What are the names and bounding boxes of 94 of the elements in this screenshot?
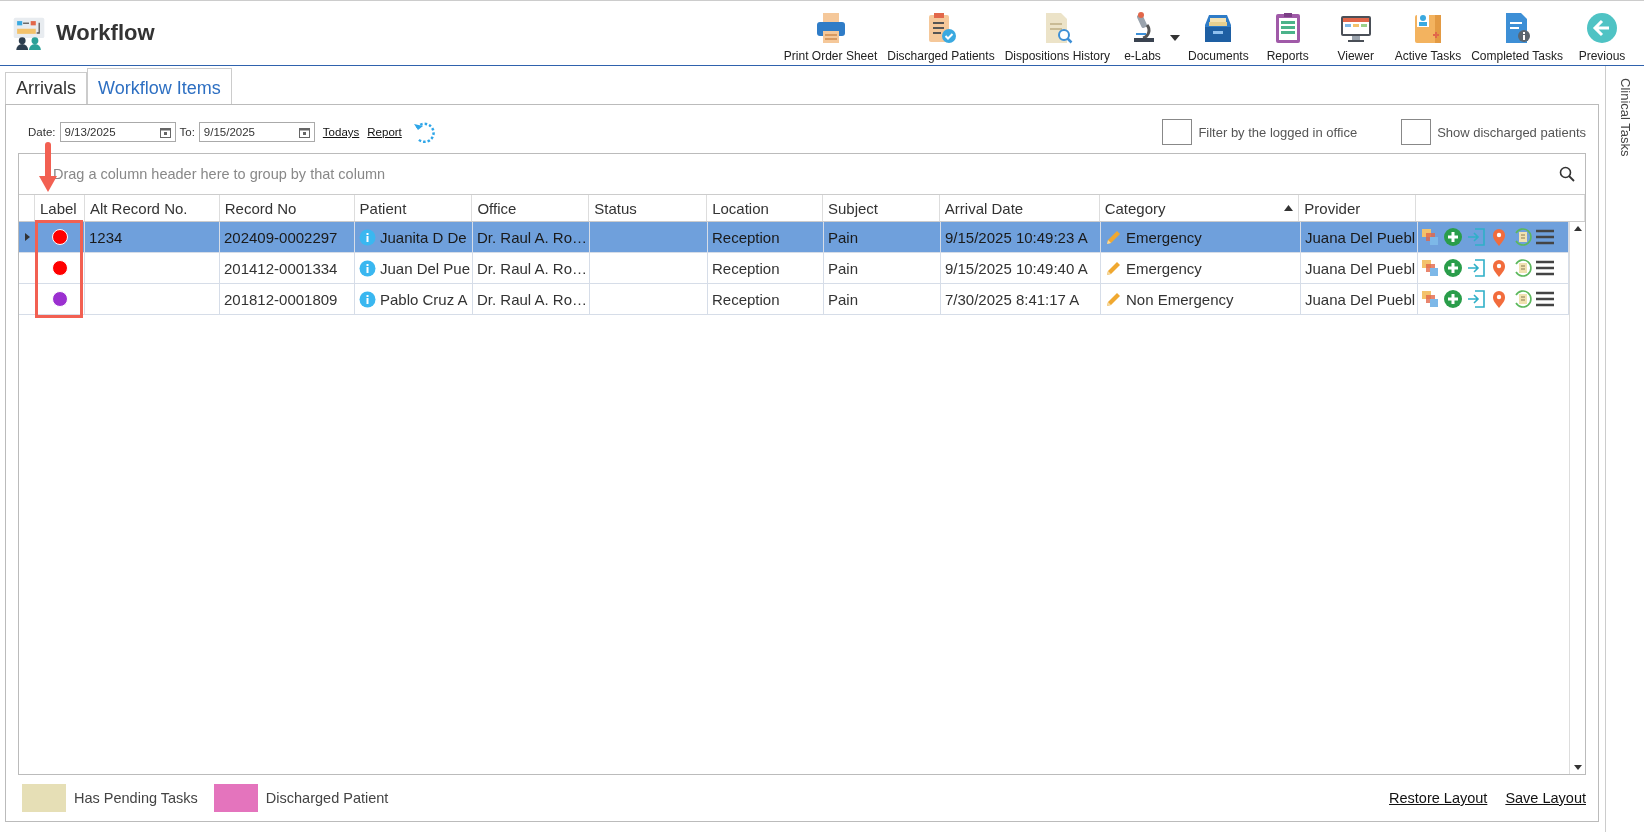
- calendar-icon: [298, 126, 310, 138]
- table-cell: Reception: [708, 253, 824, 283]
- table-cell: Juana Del Puebl: [1301, 222, 1418, 252]
- toolbar-button[interactable]: Documents: [1183, 11, 1254, 63]
- group-hint: Drag a column header here to group by that column: [53, 166, 386, 182]
- toolbar-button[interactable]: Viewer: [1321, 11, 1390, 63]
- plus-icon[interactable]: [1443, 289, 1463, 309]
- table-cell: 201412-0001334: [220, 253, 355, 283]
- toolbar-button[interactable]: Previous: [1568, 11, 1636, 63]
- link[interactable]: Restore Layout: [1389, 790, 1488, 806]
- toolbar-button[interactable]: Dispositions History: [999, 11, 1115, 63]
- menu-icon[interactable]: [1535, 289, 1555, 309]
- stack-icon[interactable]: [1420, 227, 1440, 247]
- date-field[interactable]: 9/15/2025: [198, 122, 315, 142]
- table-cell: Dr. Raul A. Ro…: [473, 222, 590, 252]
- date-label: Date:: [28, 126, 56, 138]
- table-cell: Pain: [824, 222, 941, 252]
- table-cell: Pain: [824, 284, 941, 314]
- table-cell: Juana Del Puebl: [1301, 284, 1418, 314]
- workflow-logo-icon: [12, 16, 46, 50]
- table-row[interactable]: 1234 202409-0002297 Juanita D De Dr. Raul A. Ro… Reception Pain 9/15/2025 10:49:23 A Emergency Juana Del Puebl: [19, 222, 1569, 253]
- date-field[interactable]: 9/13/2025: [59, 122, 176, 142]
- scroll-down-icon[interactable]: [1573, 765, 1582, 770]
- table-cell: Juana Del Puebl: [1301, 253, 1418, 283]
- link[interactable]: Report: [367, 126, 402, 138]
- toolbar-button[interactable]: Print Order Sheet: [778, 11, 883, 63]
- row-indicator-icon: [24, 233, 30, 241]
- column-header[interactable]: Office: [472, 195, 590, 221]
- menu-icon[interactable]: [1535, 258, 1555, 278]
- table-cell: 9/15/2025 10:49:40 A: [941, 253, 1101, 283]
- column-header[interactable]: Record No: [219, 195, 355, 221]
- tab[interactable]: Arrivals: [5, 72, 87, 104]
- scroll-up-icon[interactable]: [1573, 226, 1582, 231]
- stack-icon[interactable]: [1420, 258, 1440, 278]
- checkbox-label: Show discharged patients: [1437, 124, 1586, 140]
- pencil-icon[interactable]: [1105, 290, 1122, 308]
- column-header[interactable]: Provider: [1299, 195, 1417, 221]
- table-cell: Juan Del Pue: [355, 253, 473, 283]
- column-header[interactable]: Location: [707, 195, 823, 221]
- stack-icon[interactable]: [1420, 289, 1440, 309]
- table-cell: 9/15/2025 10:49:23 A: [941, 222, 1101, 252]
- toolbar-button[interactable]: Completed Tasks: [1466, 11, 1568, 63]
- table-cell: Dr. Raul A. Ro…: [473, 253, 590, 283]
- tab[interactable]: Workflow Items: [87, 68, 232, 104]
- pencil-icon[interactable]: [1105, 228, 1122, 246]
- column-header[interactable]: Alt Record No.: [84, 195, 220, 221]
- toolbar-button[interactable]: Active Tasks: [1389, 11, 1467, 63]
- legend-label: Has Pending Tasks: [74, 790, 198, 806]
- plus-icon[interactable]: [1443, 227, 1463, 247]
- toolbar-button[interactable]: Discharged Patients: [882, 11, 1000, 63]
- pencil-icon[interactable]: [1105, 259, 1122, 277]
- login-icon[interactable]: [1466, 289, 1486, 309]
- table-cell: Non Emergency: [1101, 284, 1301, 314]
- column-header[interactable]: Arrival Date: [939, 195, 1100, 221]
- info-icon[interactable]: [359, 228, 376, 246]
- table-cell: 202409-0002297: [220, 222, 355, 252]
- checkbox-label: Filter by the logged in office: [1198, 124, 1358, 140]
- info-icon[interactable]: [359, 290, 376, 308]
- column-header[interactable]: Label: [35, 195, 85, 221]
- search-icon[interactable]: [1559, 166, 1575, 182]
- table-cell: 201812-0001809: [220, 284, 355, 314]
- table-cell: Emergency: [1101, 222, 1301, 252]
- table-cell: Pain: [824, 253, 941, 283]
- table-cell: Dr. Raul A. Ro…: [473, 284, 590, 314]
- legend-label: Discharged Patient: [265, 790, 389, 806]
- toolbar-button[interactable]: Reports: [1253, 11, 1322, 63]
- column-header[interactable]: Status: [589, 195, 708, 221]
- link[interactable]: Save Layout: [1505, 790, 1586, 806]
- table-cell: Reception: [708, 222, 824, 252]
- window-title: Workflow: [56, 20, 155, 46]
- calendar-icon: [159, 126, 171, 138]
- column-header[interactable]: Subject: [823, 195, 940, 221]
- date-label: To:: [179, 126, 195, 138]
- toolbar-button[interactable]: e-Labs: [1115, 11, 1183, 63]
- side-panel-tab[interactable]: Clinical Tasks: [1617, 78, 1633, 157]
- plus-icon[interactable]: [1443, 258, 1463, 278]
- table-cell: 7/30/2025 8:41:17 A: [941, 284, 1101, 314]
- info-icon[interactable]: [359, 259, 376, 277]
- scrollbar[interactable]: [1569, 222, 1585, 774]
- checkbox[interactable]: [1162, 119, 1193, 145]
- caret-icon[interactable]: [1170, 35, 1180, 41]
- table-row[interactable]: 201412-0001334 Juan Del Pue Dr. Raul A. Ro… Reception Pain 9/15/2025 10:49:40 A Emergency Juana Del Puebl: [19, 253, 1569, 284]
- table-cell: Emergency: [1101, 253, 1301, 283]
- link[interactable]: Todays: [322, 126, 360, 138]
- table-cell: Reception: [708, 284, 824, 314]
- notes-refresh-icon[interactable]: [1512, 227, 1532, 247]
- checkbox[interactable]: [1401, 119, 1432, 145]
- table-cell: Juanita D De: [355, 222, 473, 252]
- login-icon[interactable]: [1466, 258, 1486, 278]
- table-cell: 1234: [85, 222, 220, 252]
- table-cell: Pablo Cruz A: [355, 284, 473, 314]
- column-header[interactable]: Category: [1099, 195, 1300, 221]
- column-header[interactable]: Patient: [354, 195, 473, 221]
- table-row[interactable]: 201812-0001809 Pablo Cruz A Dr. Raul A. Ro… Reception Pain 7/30/2025 8:41:17 A Non Emergency Juana Del Puebl: [19, 284, 1569, 315]
